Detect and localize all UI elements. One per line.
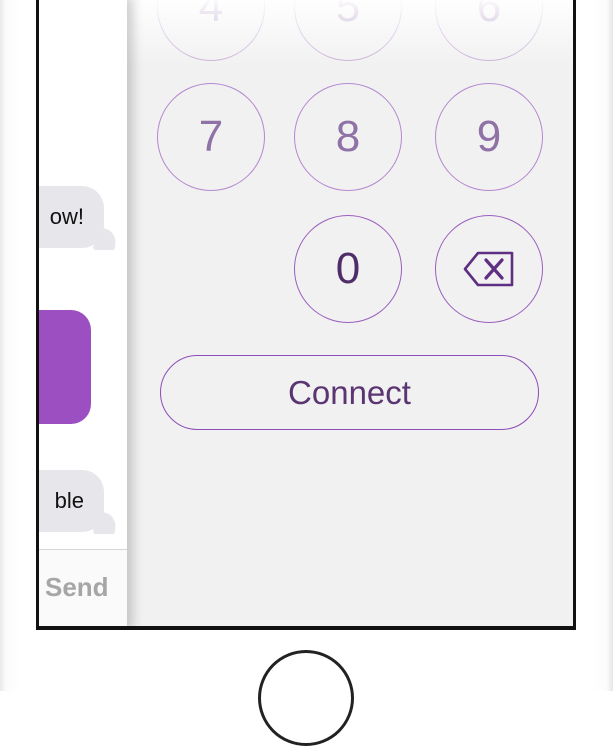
key-8[interactable]: 8 bbox=[294, 83, 402, 191]
backspace-icon bbox=[463, 251, 514, 287]
key-0-digit: 0 bbox=[335, 244, 361, 293]
key-7-digit: 7 bbox=[198, 112, 224, 161]
message-bubble-sent bbox=[39, 310, 91, 424]
key-4[interactable]: 4 bbox=[157, 0, 265, 61]
message-text: ow! bbox=[49, 204, 84, 229]
key-5-digit: 5 bbox=[335, 0, 361, 31]
send-button[interactable]: Send bbox=[45, 572, 109, 603]
key-4-digit: 4 bbox=[198, 0, 224, 31]
screen: 4 5 6 7 8 9 0 Connect ow! ble Send bbox=[36, 0, 576, 630]
key-5[interactable]: 5 bbox=[294, 0, 402, 61]
messages-panel: ow! ble Send bbox=[39, 0, 127, 626]
message-bubble-received: ow! bbox=[39, 186, 104, 248]
key-8-digit: 8 bbox=[335, 112, 361, 161]
phone-frame: 4 5 6 7 8 9 0 Connect ow! ble Send bbox=[0, 0, 613, 746]
key-9[interactable]: 9 bbox=[435, 83, 543, 191]
key-6[interactable]: 6 bbox=[435, 0, 543, 61]
message-text: ble bbox=[54, 488, 84, 513]
delete-key[interactable] bbox=[435, 215, 543, 323]
connect-button[interactable]: Connect bbox=[160, 355, 539, 430]
key-0[interactable]: 0 bbox=[294, 215, 402, 323]
connect-button-label: Connect bbox=[288, 373, 411, 411]
compose-bar: Send bbox=[39, 549, 127, 626]
key-6-digit: 6 bbox=[476, 0, 502, 31]
key-9-digit: 9 bbox=[476, 112, 502, 161]
key-7[interactable]: 7 bbox=[157, 83, 265, 191]
home-button[interactable] bbox=[258, 650, 354, 746]
message-bubble-received: ble bbox=[39, 470, 104, 532]
